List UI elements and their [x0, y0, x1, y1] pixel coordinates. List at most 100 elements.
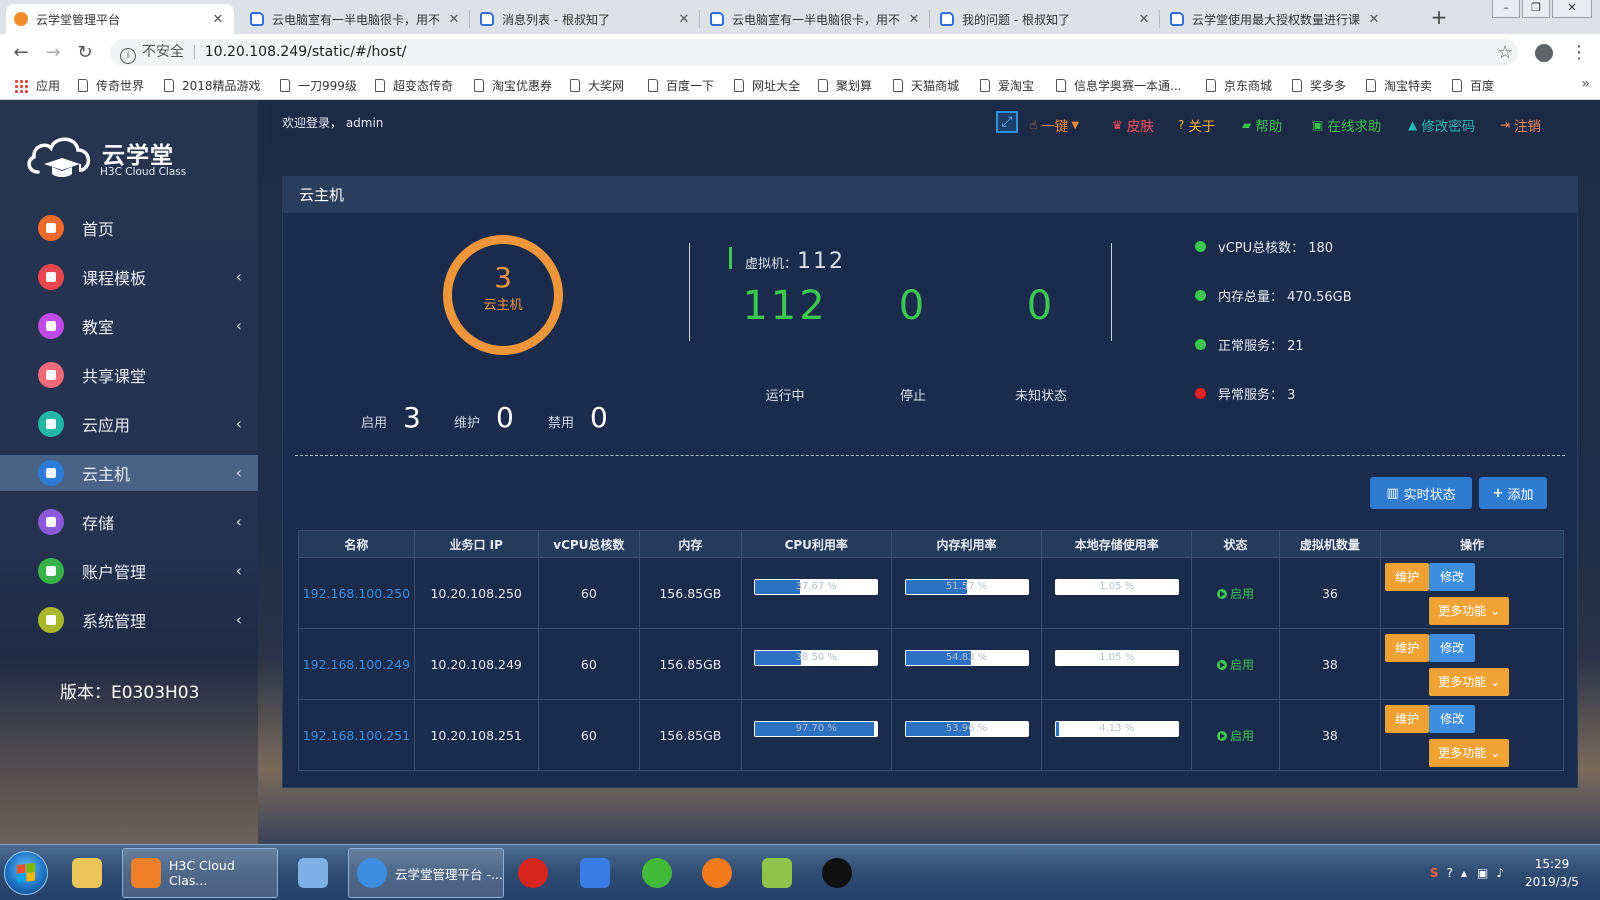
host-status-cell: 启用: [1191, 699, 1280, 771]
bookmark-star-icon[interactable]: ☆: [1497, 42, 1513, 63]
header-link[interactable]: ♛ 皮肤: [1112, 115, 1154, 135]
bookmarks-overflow-button[interactable]: »: [1581, 76, 1590, 92]
url-text: 10.20.108.249/static/#/host/: [204, 44, 407, 60]
flash-icon: [518, 858, 548, 888]
taskbar-item[interactable]: H3C Cloud Clas...: [122, 848, 278, 898]
bookmark-item[interactable]: 淘宝特卖: [1366, 77, 1432, 94]
add-host-button[interactable]: + 添加: [1479, 477, 1547, 509]
forward-icon[interactable]: →: [42, 42, 64, 64]
header-link[interactable]: ? 关于: [1178, 115, 1215, 135]
profile-avatar-icon[interactable]: [1535, 44, 1553, 62]
bookmark-item[interactable]: 淘宝优惠券: [474, 77, 552, 94]
more-functions-button[interactable]: 更多功能 ⌄: [1429, 739, 1510, 767]
close-tab-icon[interactable]: ✕: [1136, 12, 1152, 27]
bookmark-item[interactable]: 网址大全: [734, 77, 800, 94]
sidebar-item[interactable]: 共享课堂: [0, 357, 258, 393]
restore-button[interactable]: ❐: [1522, 0, 1550, 18]
bookmark-item[interactable]: 百度: [1452, 77, 1494, 94]
close-tab-icon[interactable]: ✕: [446, 12, 462, 27]
header-link[interactable]: ▰ 帮助: [1242, 115, 1282, 135]
taskbar-item[interactable]: [632, 848, 682, 898]
clock[interactable]: 15:29 2019/3/5: [1512, 855, 1592, 891]
bookmark-item[interactable]: 天猫商城: [893, 77, 959, 94]
host-name-link[interactable]: 192.168.100.251: [298, 699, 415, 771]
bookmark-item[interactable]: 超变态传奇: [375, 77, 453, 94]
start-button[interactable]: [4, 851, 48, 895]
bookmark-item[interactable]: 京东商城: [1206, 77, 1272, 94]
action-group: 维护 修改更多功能 ⌄: [1385, 705, 1555, 767]
bookmark-item[interactable]: 应用: [14, 77, 60, 94]
taskbar-item[interactable]: 云学堂管理平台 -...: [348, 848, 504, 898]
back-icon[interactable]: ←: [10, 42, 32, 64]
browser-tab[interactable]: 我的问题 - 根叔知了 ✕: [932, 4, 1160, 34]
taskbar-item[interactable]: [508, 848, 558, 898]
sidebar-item[interactable]: 账户管理 ‹: [0, 553, 258, 589]
table-header-row: 名称 业务口 IP vCPU总核数 内存 CPU利用率 内存利用率 本地存储使用率 状态 虚拟机…: [298, 530, 1564, 558]
sidebar-item[interactable]: 存储 ‹: [0, 504, 258, 540]
bookmark-item[interactable]: 奖多多: [1292, 77, 1346, 94]
url-field[interactable]: i 不安全 | 10.20.108.249/static/#/host/: [110, 39, 1518, 66]
page-icon: [474, 79, 484, 92]
browser-menu-icon[interactable]: ⋮: [1570, 42, 1588, 63]
taskbar-item[interactable]: [692, 848, 742, 898]
maintain-button[interactable]: 维护: [1385, 705, 1430, 733]
taskbar-item[interactable]: [62, 848, 112, 898]
volume-icon[interactable]: ♪: [1496, 866, 1504, 880]
header-link[interactable]: ▣ 在线求助: [1312, 115, 1381, 135]
taskbar-item[interactable]: [812, 848, 862, 898]
bookmark-item[interactable]: 大奖网: [570, 77, 624, 94]
browser-tab[interactable]: 云学堂管理平台 ✕: [6, 4, 234, 34]
taskbar-item[interactable]: [752, 848, 802, 898]
sidebar-item[interactable]: 系统管理 ‹: [0, 602, 258, 638]
taskbar-item[interactable]: [570, 848, 620, 898]
close-tab-icon[interactable]: ✕: [1366, 12, 1382, 27]
edit-button[interactable]: 修改: [1429, 634, 1476, 662]
host-name-link[interactable]: 192.168.100.250: [298, 557, 415, 629]
realtime-status-button[interactable]: ▥ 实时状态: [1370, 477, 1472, 509]
maintain-button[interactable]: 维护: [1385, 563, 1430, 591]
header-link[interactable]: ☝ 一键 ▼: [1030, 115, 1079, 135]
close-tab-icon[interactable]: ✕: [906, 12, 922, 27]
browser-tab[interactable]: 云电脑室有一半电脑很卡，用不 ✕: [242, 4, 470, 34]
bookmark-item[interactable]: 百度一下: [648, 77, 714, 94]
minimize-button[interactable]: –: [1492, 0, 1520, 18]
close-tab-icon[interactable]: ✕: [210, 12, 226, 27]
apps-grid-icon: [14, 78, 28, 93]
bookmark-item[interactable]: 爱淘宝: [980, 77, 1034, 94]
close-tab-icon[interactable]: ✕: [676, 12, 692, 27]
help-tray-icon[interactable]: ?: [1447, 866, 1453, 880]
host-name-link[interactable]: 192.168.100.249: [298, 628, 415, 700]
memory-usage-bar: 53.96 %: [904, 721, 1029, 737]
more-functions-button[interactable]: 更多功能 ⌄: [1429, 597, 1510, 625]
sidebar-item[interactable]: 课程模板 ‹: [0, 259, 258, 295]
bookmark-item[interactable]: 2018精品游戏: [164, 77, 261, 94]
sidebar-item[interactable]: 云应用 ‹: [0, 406, 258, 442]
sidebar-item[interactable]: 教室 ‹: [0, 308, 258, 344]
tray-expand-icon[interactable]: ▴: [1461, 866, 1467, 880]
maintain-button[interactable]: 维护: [1385, 634, 1430, 662]
close-window-button[interactable]: ✕: [1552, 0, 1592, 18]
sidebar-item[interactable]: 首页: [0, 210, 258, 246]
bookmark-item[interactable]: 信息学奥赛一本通...: [1056, 77, 1181, 94]
bookmark-item[interactable]: 一刀999级: [280, 77, 357, 94]
browser-tab[interactable]: 云学堂使用最大授权数量进行课 ✕: [1162, 4, 1390, 34]
header-link[interactable]: ⇥ 注销: [1500, 115, 1541, 135]
column-header: 状态: [1191, 530, 1280, 558]
reload-icon[interactable]: ↻: [74, 42, 96, 64]
network-icon[interactable]: ▣: [1477, 866, 1488, 880]
taskbar-item[interactable]: [288, 848, 338, 898]
edit-button[interactable]: 修改: [1429, 563, 1476, 591]
header-link[interactable]: ▲ 修改密码: [1408, 115, 1475, 135]
info-icon[interactable]: i: [120, 48, 136, 64]
more-functions-button[interactable]: 更多功能 ⌄: [1429, 668, 1510, 696]
fullscreen-icon[interactable]: ⤢: [996, 111, 1018, 133]
sidebar-item[interactable]: 云主机 ‹: [0, 455, 258, 491]
page-icon: [648, 79, 658, 92]
input-method-icon[interactable]: S: [1430, 866, 1439, 880]
browser-tab[interactable]: 消息列表 - 根叔知了 ✕: [472, 4, 700, 34]
browser-tab[interactable]: 云电脑室有一半电脑很卡，用不 ✕: [702, 4, 930, 34]
new-tab-button[interactable]: +: [1426, 6, 1452, 28]
bookmark-item[interactable]: 传奇世界: [78, 77, 144, 94]
bookmark-item[interactable]: 聚划算: [818, 77, 872, 94]
edit-button[interactable]: 修改: [1429, 705, 1476, 733]
